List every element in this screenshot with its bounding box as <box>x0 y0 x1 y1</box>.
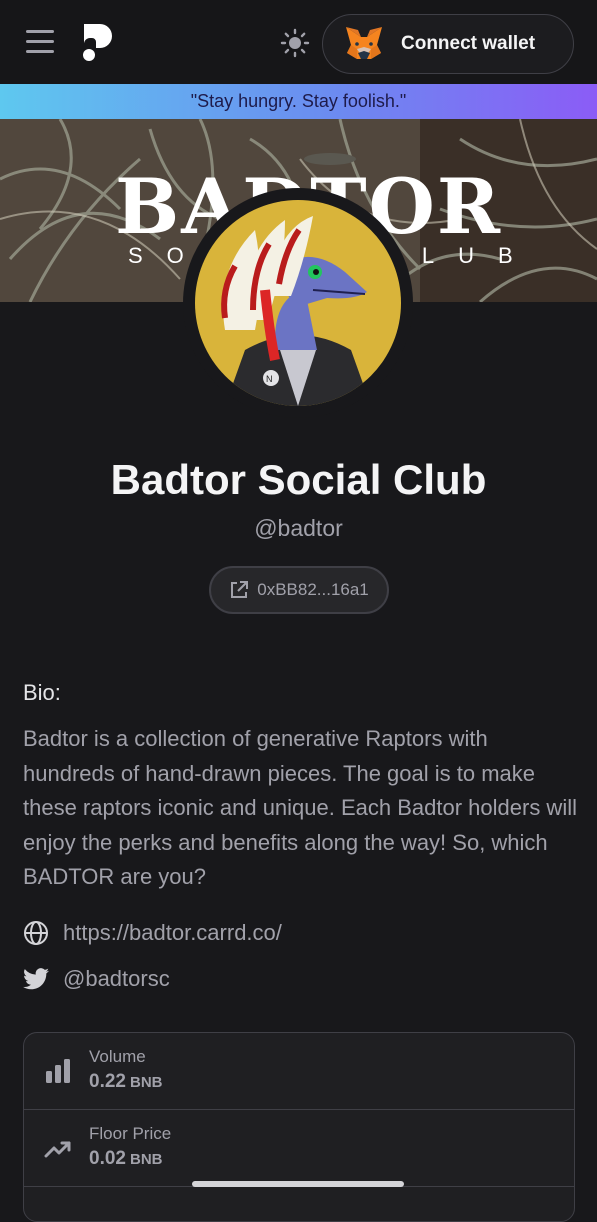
twitter-link[interactable]: @badtorsc <box>23 966 170 992</box>
connect-wallet-button[interactable]: Connect wallet <box>322 14 574 74</box>
stat-volume: Volume 0.22 BNB <box>24 1033 574 1110</box>
website-link[interactable]: https://badtor.carrd.co/ <box>23 920 282 946</box>
raptor-avatar-image: N <box>195 200 401 406</box>
twitter-icon <box>23 968 49 990</box>
trending-up-icon <box>44 1141 71 1158</box>
bar-chart-icon <box>46 1059 70 1083</box>
sun-icon[interactable] <box>280 28 310 58</box>
p-logo-icon[interactable] <box>80 22 116 62</box>
bio-text: Badtor is a collection of generative Rap… <box>23 726 577 889</box>
stat-label: Volume <box>89 1047 146 1066</box>
quote-banner: "Stay hungry. Stay foolish." <box>0 84 597 119</box>
contract-address-button[interactable]: 0xBB82...16a1 <box>209 566 389 614</box>
twitter-handle: @badtorsc <box>63 966 170 991</box>
external-link-icon <box>231 581 249 598</box>
website-url: https://badtor.carrd.co/ <box>63 920 282 945</box>
collection-stats-card: Volume 0.22 BNB Floor Price 0.02 BNB <box>23 1032 575 1222</box>
hamburger-menu-icon[interactable] <box>26 30 54 56</box>
top-navigation-bar: Connect wallet <box>0 0 597 85</box>
contract-address: 0xBB82...16a1 <box>257 580 369 599</box>
svg-text:N: N <box>266 374 273 384</box>
profile-handle: @badtor <box>254 515 343 541</box>
stat-value: 0.02 BNB <box>89 1148 163 1169</box>
stat-floor-price: Floor Price 0.02 BNB <box>24 1110 574 1187</box>
connect-wallet-label: Connect wallet <box>401 33 536 54</box>
bio-heading: Bio: <box>23 680 61 705</box>
stat-label: Floor Price <box>89 1124 172 1143</box>
stat-value: 0.22 BNB <box>89 1071 163 1092</box>
collection-avatar: N <box>183 188 413 418</box>
metamask-fox-icon <box>346 27 382 59</box>
profile-name: Badtor Social Club <box>110 456 487 503</box>
home-indicator <box>192 1181 404 1187</box>
globe-icon <box>24 921 48 945</box>
